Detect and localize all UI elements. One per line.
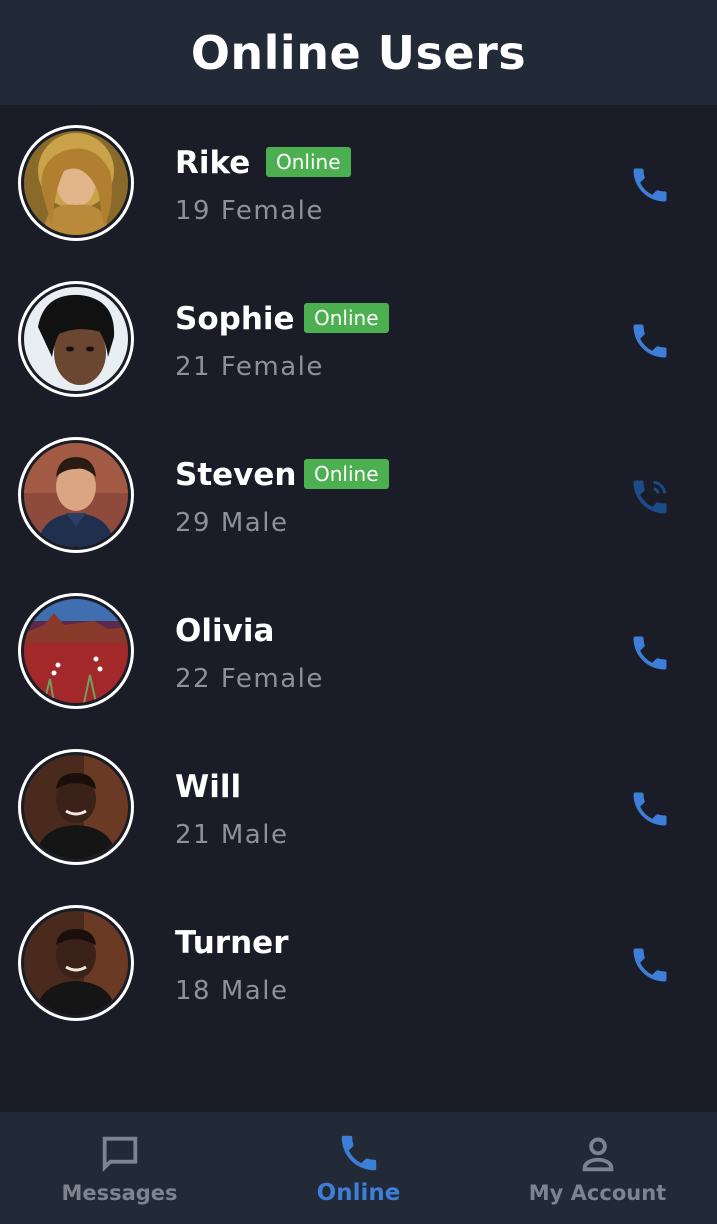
avatar-photo — [24, 287, 128, 391]
avatar-photo — [24, 443, 128, 547]
phone-icon — [633, 948, 667, 982]
online-status-badge: Online — [304, 459, 389, 489]
online-status-badge: Online — [266, 147, 351, 177]
nav-label: Messages — [61, 1181, 178, 1205]
chat-icon — [102, 1136, 137, 1173]
phone-icon — [633, 636, 667, 670]
phone-icon — [341, 1135, 376, 1171]
user-row[interactable]: Rike Online 19 Female — [0, 105, 717, 261]
user-row[interactable]: Sophie Online 21 Female — [0, 261, 717, 417]
call-button[interactable] — [624, 159, 676, 211]
header-bar: Online Users — [0, 0, 717, 105]
nav-label: Online — [316, 1180, 401, 1206]
nav-label: My Account — [528, 1181, 667, 1205]
call-button[interactable] — [624, 783, 676, 835]
avatar-photo — [24, 599, 128, 703]
user-name: Sophie — [175, 301, 295, 337]
account-icon — [582, 1137, 613, 1172]
call-button[interactable] — [624, 315, 676, 367]
user-row[interactable]: Turner 18 Male — [0, 885, 717, 1041]
nav-tab-my-account[interactable]: My Account — [478, 1112, 717, 1224]
user-row[interactable]: Will 21 Male — [0, 729, 717, 885]
avatar[interactable] — [18, 905, 134, 1021]
phone-icon — [633, 168, 667, 202]
avatar[interactable] — [18, 749, 134, 865]
avatar-photo — [24, 911, 128, 1015]
user-name: Will — [175, 769, 242, 805]
user-age-gender: 22 Female — [175, 664, 324, 694]
user-age-gender: 18 Male — [175, 976, 289, 1006]
page-title: Online Users — [190, 25, 527, 80]
app-root: Online Users Rike Online 19 Female Sophi… — [0, 0, 717, 1224]
avatar[interactable] — [18, 125, 134, 241]
bottom-nav: Messages Online My Account — [0, 1112, 717, 1224]
user-name: Rike — [175, 145, 251, 181]
phone-icon — [633, 792, 667, 826]
user-row[interactable]: Olivia 22 Female — [0, 573, 717, 729]
nav-tab-messages[interactable]: Messages — [0, 1112, 239, 1224]
avatar[interactable] — [18, 281, 134, 397]
user-row[interactable]: Steven Online 29 Male — [0, 417, 717, 573]
call-button[interactable] — [624, 627, 676, 679]
online-status-badge: Online — [304, 303, 389, 333]
call-button[interactable] — [624, 939, 676, 991]
phone-icon — [633, 324, 667, 358]
phone-in-talk-icon — [633, 480, 667, 514]
avatar[interactable] — [18, 593, 134, 709]
avatar[interactable] — [18, 437, 134, 553]
online-users-list: Rike Online 19 Female Sophie Online 21 F… — [0, 105, 717, 1041]
avatar-photo — [24, 755, 128, 859]
user-age-gender: 19 Female — [175, 196, 324, 226]
user-age-gender: 29 Male — [175, 508, 289, 538]
avatar-photo — [24, 131, 128, 235]
user-age-gender: 21 Male — [175, 820, 289, 850]
call-button[interactable] — [624, 471, 676, 523]
user-name: Turner — [175, 925, 289, 961]
user-name: Steven — [175, 457, 297, 493]
nav-tab-online[interactable]: Online — [239, 1112, 478, 1224]
user-age-gender: 21 Female — [175, 352, 324, 382]
user-name: Olivia — [175, 613, 275, 649]
